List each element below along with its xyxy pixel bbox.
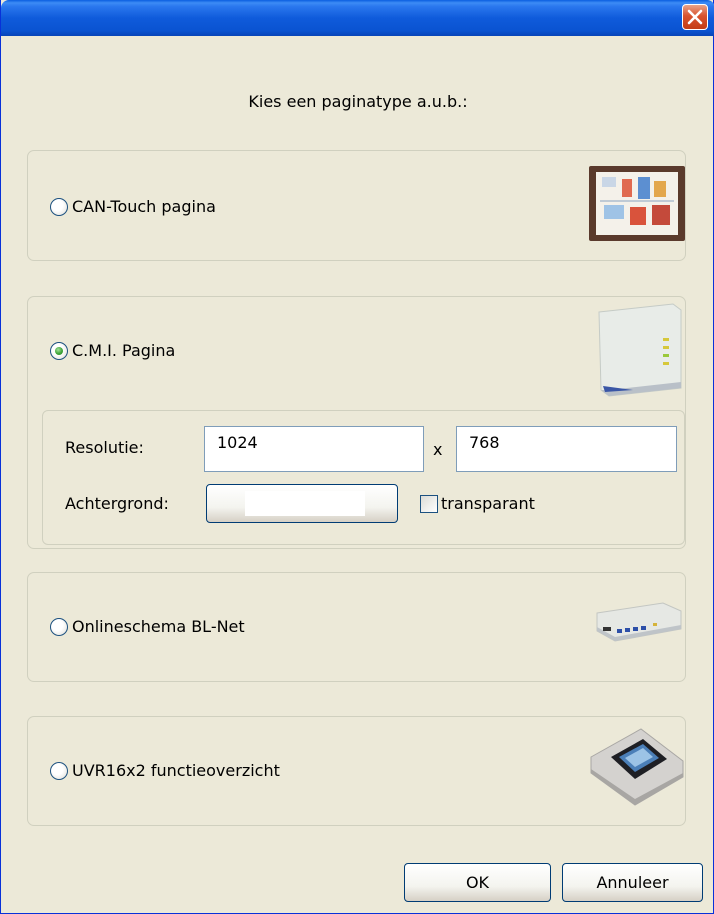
transparent-checkbox[interactable]: transparant	[420, 494, 535, 513]
radio-button[interactable]	[50, 197, 68, 216]
ok-button[interactable]: OK	[404, 863, 551, 902]
uvr16x2-controller-icon	[590, 728, 684, 806]
resolution-height-input[interactable]: 768	[456, 426, 677, 472]
resolution-width-input[interactable]: 1024	[204, 426, 424, 472]
transparent-label: transparant	[441, 494, 535, 513]
cancel-button[interactable]: Annuleer	[562, 863, 703, 902]
blnet-label: Onlineschema BL-Net	[72, 617, 245, 636]
radio-button-checked[interactable]	[50, 341, 68, 360]
close-button[interactable]	[682, 4, 708, 30]
can-touch-label: CAN-Touch pagina	[72, 197, 216, 216]
radio-button[interactable]	[50, 761, 68, 780]
can-touch-panel-icon	[589, 166, 685, 241]
dialog-window: Kies een paginatype a.u.b.: CAN-Touch pa…	[0, 0, 714, 914]
cmi-label: C.M.I. Pagina	[72, 341, 176, 360]
radio-button[interactable]	[50, 617, 68, 636]
uvr-label: UVR16x2 functieoverzicht	[72, 761, 280, 780]
title-bar[interactable]	[1, 0, 714, 36]
background-color-button[interactable]	[206, 484, 398, 523]
blnet-radio[interactable]: Onlineschema BL-Net	[50, 617, 245, 636]
checkbox-box[interactable]	[420, 494, 438, 513]
dialog-prompt: Kies een paginatype a.u.b.:	[248, 92, 468, 111]
cmi-radio[interactable]: C.M.I. Pagina	[50, 341, 175, 360]
close-icon	[687, 9, 703, 25]
background-label: Achtergrond:	[65, 494, 169, 513]
uvr-radio[interactable]: UVR16x2 functieoverzicht	[50, 761, 280, 780]
cmi-device-icon	[598, 303, 682, 397]
bl-net-device-icon	[596, 602, 682, 642]
resolution-label: Resolutie:	[65, 438, 144, 457]
background-color-swatch	[245, 491, 365, 516]
resolution-separator: x	[433, 440, 443, 459]
can-touch-radio[interactable]: CAN-Touch pagina	[50, 197, 216, 216]
